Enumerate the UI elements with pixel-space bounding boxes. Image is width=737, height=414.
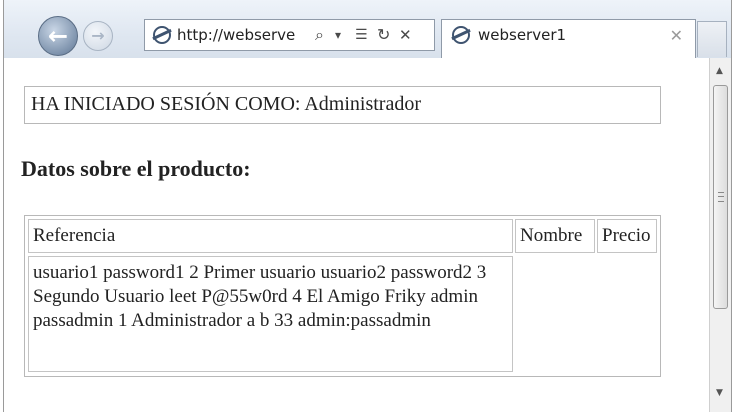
tab-ie-icon xyxy=(452,26,470,44)
column-header-referencia: Referencia xyxy=(28,219,513,253)
session-status-text: HA INICIADO SESIÓN COMO: Administrador xyxy=(31,93,421,115)
session-status-box: HA INICIADO SESIÓN COMO: Administrador xyxy=(24,86,661,124)
product-heading: Datos sobre el producto: xyxy=(21,156,251,181)
new-tab-button[interactable] xyxy=(697,21,727,57)
address-dropdown-icon[interactable]: ▾ xyxy=(335,24,341,46)
refresh-icon[interactable]: ↻ xyxy=(377,24,390,46)
product-table: Referencia Nombre Precio usuario1 passwo… xyxy=(24,215,661,377)
address-bar[interactable]: http://webserve ⌕ ▾ ☰ ↻ ✕ xyxy=(144,19,435,51)
back-arrow-icon: ← xyxy=(47,22,69,50)
tab-webserver1[interactable]: webserver1 ✕ xyxy=(441,19,696,59)
search-icon[interactable]: ⌕ xyxy=(315,24,324,46)
forward-button[interactable]: → xyxy=(83,21,113,51)
scrollbar-thumb[interactable] xyxy=(713,85,728,309)
compatibility-view-icon[interactable]: ☰ xyxy=(355,24,368,46)
scroll-down-icon[interactable]: ▼ xyxy=(716,388,723,398)
stop-icon[interactable]: ✕ xyxy=(399,24,412,46)
ie-page-icon xyxy=(153,26,171,44)
scrollbar-grip-icon xyxy=(718,192,724,202)
address-url[interactable]: http://webserve xyxy=(177,26,295,44)
column-header-precio: Precio xyxy=(597,219,657,253)
browser-window: ← → http://webserve ⌕ ▾ ☰ ↻ ✕ webserver1… xyxy=(3,0,732,412)
scroll-up-icon[interactable]: ▲ xyxy=(716,66,723,76)
tab-title: webserver1 xyxy=(478,26,567,44)
tab-close-icon[interactable]: ✕ xyxy=(670,26,683,45)
forward-arrow-icon: → xyxy=(91,26,105,45)
back-button[interactable]: ← xyxy=(38,16,78,56)
column-header-nombre: Nombre xyxy=(515,219,595,253)
vertical-scrollbar[interactable]: ▲ ▼ xyxy=(709,58,731,412)
table-data-cell: usuario1 password1 2 Primer usuario usua… xyxy=(28,256,513,372)
browser-toolbar: ← → http://webserve ⌕ ▾ ☰ ↻ ✕ webserver1… xyxy=(4,0,731,59)
page-content: HA INICIADO SESIÓN COMO: Administrador D… xyxy=(4,58,709,412)
